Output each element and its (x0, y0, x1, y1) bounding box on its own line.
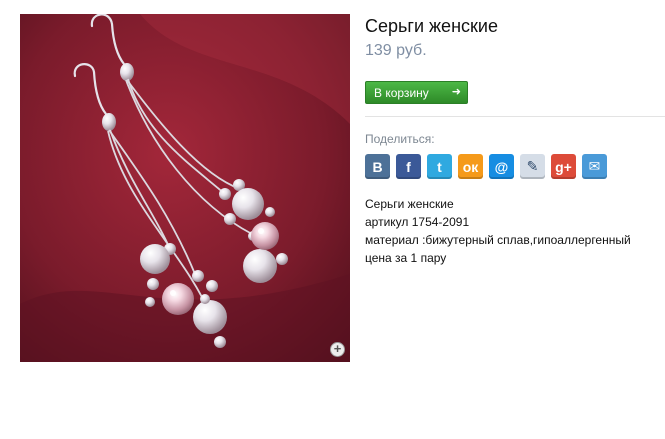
email-icon[interactable]: ✉ (582, 154, 607, 179)
description-article: артикул 1754-2091 (365, 215, 470, 229)
divider (365, 116, 665, 117)
add-to-cart-button[interactable]: В корзину ➜ (365, 81, 468, 104)
share-icons: В f t ок @ ✎ g+ ✉ (365, 154, 665, 179)
odnoklassniki-icon[interactable]: ок (458, 154, 483, 179)
share-label: Поделиться: (365, 132, 435, 146)
product-info: Серьги женские 139 руб. В корзину ➜ Поде… (365, 14, 665, 267)
product-price: 139 руб. (365, 42, 427, 59)
product-image[interactable]: + (20, 14, 350, 362)
cart-button-label: В корзину (374, 85, 429, 100)
description-material: материал :бижутерный сплав,гипоаллергенн… (365, 233, 631, 247)
mail-ru-icon[interactable]: @ (489, 154, 514, 179)
product-description: Серьги женские артикул 1754-2091 материа… (365, 195, 665, 267)
description-name: Серьги женские (365, 197, 454, 211)
vkontakte-icon[interactable]: В (365, 154, 390, 179)
product-title: Серьги женские (365, 16, 498, 36)
earrings-photo (20, 14, 350, 362)
zoom-plus-icon[interactable]: + (330, 342, 345, 357)
arrow-right-icon: ➜ (451, 86, 461, 98)
description-price-note: цена за 1 пару (365, 251, 447, 265)
google-plus-icon[interactable]: g+ (551, 154, 576, 179)
livejournal-icon[interactable]: ✎ (520, 154, 545, 179)
facebook-icon[interactable]: f (396, 154, 421, 179)
twitter-icon[interactable]: t (427, 154, 452, 179)
